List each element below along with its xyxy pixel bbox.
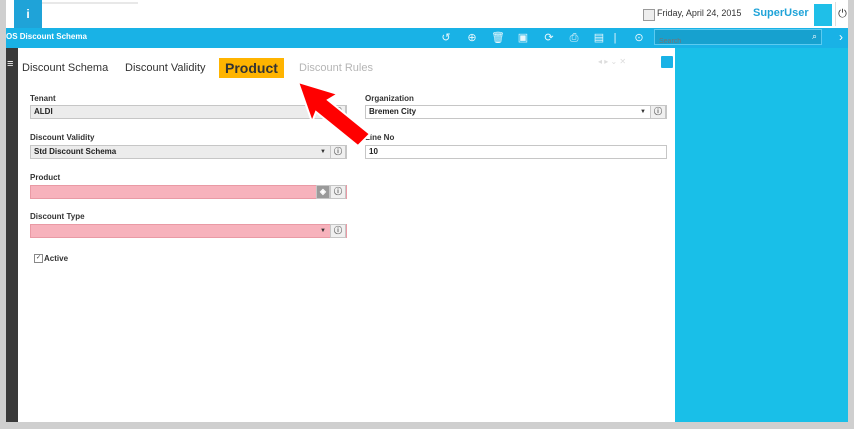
undo-icon[interactable]: ↺ <box>438 30 454 46</box>
discount-validity-value: Std Discount Schema <box>34 147 117 156</box>
tenant-value: ALDI <box>34 107 53 116</box>
grid-view-icon[interactable] <box>661 56 673 68</box>
product-selector-icon[interactable]: ◈ <box>316 185 330 199</box>
calendar-icon <box>643 9 655 21</box>
tab-discount-validity[interactable]: Discount Validity <box>125 62 206 74</box>
info-icon[interactable]: ⓘ <box>330 224 346 238</box>
annotation-arrow <box>298 80 372 148</box>
window-title: OS Discount Schema <box>6 32 87 41</box>
tab-discount-schema[interactable]: Discount Schema <box>22 62 108 74</box>
info-icon[interactable]: ⓘ <box>330 185 346 199</box>
save-icon[interactable]: ▣ <box>515 30 531 46</box>
zoom-icon[interactable]: ⊙ <box>631 30 647 46</box>
discount-type-label: Discount Type <box>30 212 85 221</box>
active-checkbox[interactable]: ✓ <box>34 254 43 263</box>
record-nav-icons[interactable]: ◂ ▸ ⌄ ✕ <box>598 57 626 66</box>
product-field[interactable]: ◈ ⓘ <box>30 185 347 199</box>
side-panel <box>675 48 848 422</box>
user-avatar[interactable] <box>814 4 832 26</box>
collapse-icon[interactable]: › <box>839 30 843 44</box>
left-nav-strip: ≡ <box>6 48 18 422</box>
form-panel: Discount Schema Discount Validity Produc… <box>18 48 675 422</box>
logout-icon[interactable]: ⏻ <box>835 2 848 26</box>
delete-icon[interactable]: 🗑 <box>490 30 506 46</box>
info-tab[interactable]: i <box>14 0 42 28</box>
export-icon[interactable]: ⎙ <box>566 30 582 46</box>
app-window: i Friday, April 24, 2015 SuperUser ⏻ OS … <box>6 0 848 422</box>
top-bar: i Friday, April 24, 2015 SuperUser ⏻ <box>6 0 848 28</box>
separator: | <box>613 32 617 44</box>
discount-validity-label: Discount Validity <box>30 133 95 142</box>
product-label: Product <box>30 173 61 182</box>
print-icon[interactable]: ▤ <box>591 30 607 46</box>
user-name[interactable]: SuperUser <box>753 7 809 19</box>
tenant-label: Tenant <box>30 94 56 103</box>
window-toolbar: OS Discount Schema ↺ ⊕ 🗑 ▣ ⟳ ⎙ ▤ | ⊙ ⌕ › <box>6 28 848 49</box>
discount-type-field[interactable]: ▼ ⓘ <box>30 224 347 238</box>
chevron-down-icon[interactable]: ▼ <box>640 106 646 118</box>
tab-product[interactable]: Product <box>219 58 284 78</box>
refresh-icon[interactable]: ⟳ <box>541 30 557 46</box>
current-date: Friday, April 24, 2015 <box>657 8 742 18</box>
line-no-field[interactable]: 10 <box>365 145 667 159</box>
info-icon[interactable]: ⓘ <box>650 105 666 119</box>
organization-field[interactable]: Bremen City ▼ ⓘ <box>365 105 667 119</box>
menu-icon[interactable]: ≡ <box>7 58 13 70</box>
search-input[interactable] <box>655 34 803 49</box>
search-box[interactable]: ⌕ <box>654 29 822 49</box>
new-record-icon[interactable]: ⊕ <box>464 30 480 46</box>
chevron-down-icon[interactable]: ▼ <box>320 225 326 237</box>
active-label: Active <box>44 254 69 263</box>
divider <box>42 2 138 4</box>
tab-discount-rules[interactable]: Discount Rules <box>299 62 373 74</box>
search-icon[interactable]: ⌕ <box>812 31 817 42</box>
